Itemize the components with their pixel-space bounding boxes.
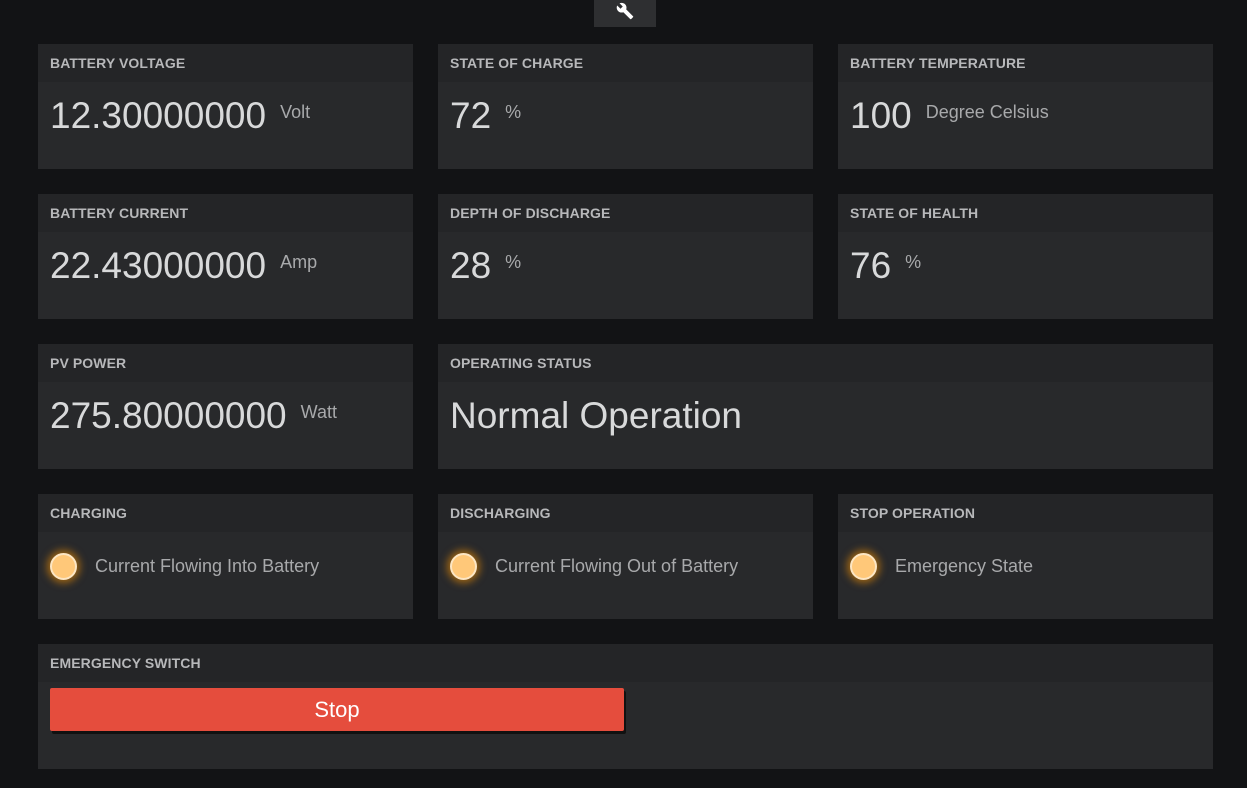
stop-operation-panel: STOP OPERATION Emergency State xyxy=(838,494,1213,619)
stat-unit: Degree Celsius xyxy=(925,102,1049,122)
panel-header: CHARGING xyxy=(38,494,413,532)
panel-header: PV POWER xyxy=(38,344,413,382)
stat-unit: Watt xyxy=(300,402,337,422)
panel-title: PV POWER xyxy=(50,355,127,371)
panel-title: OPERATING STATUS xyxy=(450,355,592,371)
charging-indicator: Current Flowing Into Battery xyxy=(50,553,319,580)
battery-current-panel: BATTERY CURRENT 22.43000000 Amp xyxy=(38,194,413,319)
emergency-switch-panel: EMERGENCY SWITCH Stop xyxy=(38,644,1213,769)
operating-status-value: Normal Operation xyxy=(450,395,743,436)
panel-title: DEPTH OF DISCHARGE xyxy=(450,205,611,221)
panel-title: CHARGING xyxy=(50,505,128,521)
panel-title: STATE OF HEALTH xyxy=(850,205,979,221)
indicator-led-icon xyxy=(450,553,477,580)
indicator-led-icon xyxy=(50,553,77,580)
state-of-health-stat: 76 % xyxy=(850,246,921,286)
stop-button[interactable]: Stop xyxy=(50,688,624,731)
pv-power-panel: PV POWER 275.80000000 Watt xyxy=(38,344,413,469)
stat-value: 72 xyxy=(450,95,492,136)
panel-header: STATE OF HEALTH xyxy=(838,194,1213,232)
state-of-health-panel: STATE OF HEALTH 76 % xyxy=(838,194,1213,319)
panel-header: BATTERY TEMPERATURE xyxy=(838,44,1213,82)
battery-temperature-stat: 100 Degree Celsius xyxy=(850,96,1049,136)
panel-title: BATTERY CURRENT xyxy=(50,205,189,221)
discharging-panel: DISCHARGING Current Flowing Out of Batte… xyxy=(438,494,813,619)
state-of-charge-stat: 72 % xyxy=(450,96,521,136)
discharging-indicator: Current Flowing Out of Battery xyxy=(450,553,738,580)
panel-header: DEPTH OF DISCHARGE xyxy=(438,194,813,232)
panel-title: BATTERY VOLTAGE xyxy=(50,55,186,71)
pv-power-stat: 275.80000000 Watt xyxy=(50,396,337,436)
battery-voltage-stat: 12.30000000 Volt xyxy=(50,96,310,136)
stop-operation-indicator: Emergency State xyxy=(850,553,1033,580)
stat-unit: Volt xyxy=(280,102,311,122)
indicator-led-icon xyxy=(850,553,877,580)
panel-title: DISCHARGING xyxy=(450,505,551,521)
depth-of-discharge-stat: 28 % xyxy=(450,246,521,286)
panel-title: STATE OF CHARGE xyxy=(450,55,584,71)
panel-header: EMERGENCY SWITCH xyxy=(38,644,1213,682)
stat-unit: % xyxy=(505,102,522,122)
stat-value: 100 xyxy=(850,95,912,136)
indicator-label: Current Flowing Out of Battery xyxy=(495,556,739,576)
panel-header: BATTERY CURRENT xyxy=(38,194,413,232)
stat-value: 22.43000000 xyxy=(50,245,267,286)
indicator-label: Emergency State xyxy=(895,556,1034,576)
stat-unit: % xyxy=(905,252,922,272)
panel-title: EMERGENCY SWITCH xyxy=(50,655,201,671)
panel-header: DISCHARGING xyxy=(438,494,813,532)
panel-header: OPERATING STATUS xyxy=(438,344,1213,382)
battery-voltage-panel: BATTERY VOLTAGE 12.30000000 Volt xyxy=(38,44,413,169)
stat-unit: Amp xyxy=(280,252,318,272)
stat-value: 76 xyxy=(850,245,892,286)
stat-value: 275.80000000 xyxy=(50,395,287,436)
stat-value: 12.30000000 xyxy=(50,95,267,136)
wrench-icon xyxy=(616,2,634,25)
panel-title: STOP OPERATION xyxy=(850,505,976,521)
stat-unit: % xyxy=(505,252,522,272)
operating-status-panel: OPERATING STATUS Normal Operation xyxy=(438,344,1213,469)
panel-header: BATTERY VOLTAGE xyxy=(38,44,413,82)
state-of-charge-panel: STATE OF CHARGE 72 % xyxy=(438,44,813,169)
settings-button[interactable] xyxy=(594,0,656,27)
panel-header: STOP OPERATION xyxy=(838,494,1213,532)
stat-value: 28 xyxy=(450,245,492,286)
depth-of-discharge-panel: DEPTH OF DISCHARGE 28 % xyxy=(438,194,813,319)
indicator-label: Current Flowing Into Battery xyxy=(95,556,320,576)
battery-current-stat: 22.43000000 Amp xyxy=(50,246,317,286)
panel-title: BATTERY TEMPERATURE xyxy=(850,55,1026,71)
panel-header: STATE OF CHARGE xyxy=(438,44,813,82)
battery-temperature-panel: BATTERY TEMPERATURE 100 Degree Celsius xyxy=(838,44,1213,169)
charging-panel: CHARGING Current Flowing Into Battery xyxy=(38,494,413,619)
